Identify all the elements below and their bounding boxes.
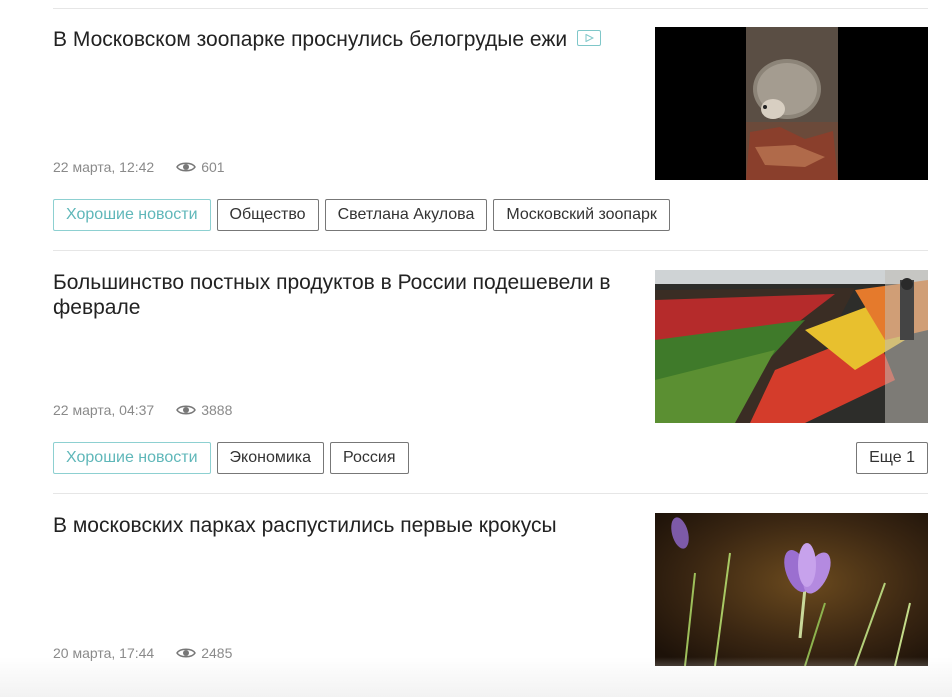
tag-russia[interactable]: Россия xyxy=(330,442,409,474)
eye-icon xyxy=(176,405,197,415)
news-title[interactable]: В Московском зоопарке проснулись белогру… xyxy=(53,27,613,52)
divider xyxy=(53,250,928,251)
views-count: 3888 xyxy=(201,402,233,418)
news-thumbnail[interactable] xyxy=(655,513,928,666)
views-count: 2485 xyxy=(201,645,233,661)
video-badge xyxy=(577,30,602,47)
tag-good-news[interactable]: Хорошие новости xyxy=(53,199,211,231)
divider xyxy=(53,493,928,494)
news-meta: 20 марта, 17:44 2485 xyxy=(53,645,232,661)
play-icon xyxy=(585,34,595,43)
grocery-image xyxy=(655,270,928,423)
tag-list: Хорошие новости Общество Светлана Акулов… xyxy=(53,199,676,231)
news-date: 22 марта, 04:37 xyxy=(53,402,155,418)
crocus-image xyxy=(655,513,928,666)
tag-good-news[interactable]: Хорошие новости xyxy=(53,442,211,474)
views-counter: 601 xyxy=(176,159,225,175)
news-title-text[interactable]: В московских парках распустились первые … xyxy=(53,514,557,537)
views-count: 601 xyxy=(201,159,225,175)
news-date: 20 марта, 17:44 xyxy=(53,645,155,661)
views-counter: 2485 xyxy=(176,645,232,661)
news-meta: 22 марта, 04:37 3888 xyxy=(53,402,232,418)
news-title-text[interactable]: Большинство постных продуктов в России п… xyxy=(53,271,611,319)
news-title[interactable]: В московских парках распустились первые … xyxy=(53,513,613,538)
more-tags-button[interactable]: Еще 1 xyxy=(856,442,928,474)
news-thumbnail[interactable] xyxy=(655,270,928,423)
tag-society[interactable]: Общество xyxy=(216,199,319,231)
eye-icon xyxy=(176,162,197,172)
eye-icon xyxy=(176,648,197,658)
news-date: 22 марта, 12:42 xyxy=(53,159,155,175)
tag-person[interactable]: Светлана Акулова xyxy=(324,199,488,231)
hedgehog-image xyxy=(655,27,928,180)
tag-economy[interactable]: Экономика xyxy=(216,442,325,474)
news-thumbnail[interactable] xyxy=(655,27,928,180)
news-title-text[interactable]: В Московском зоопарке проснулись белогру… xyxy=(53,28,567,51)
top-divider xyxy=(53,8,928,9)
news-title[interactable]: Большинство постных продуктов в России п… xyxy=(53,270,613,320)
news-meta: 22 марта, 12:42 601 xyxy=(53,159,225,175)
tag-list: Хорошие новости Экономика Россия xyxy=(53,442,415,474)
views-counter: 3888 xyxy=(176,402,232,418)
tag-moscow-zoo[interactable]: Московский зоопарк xyxy=(493,199,670,231)
